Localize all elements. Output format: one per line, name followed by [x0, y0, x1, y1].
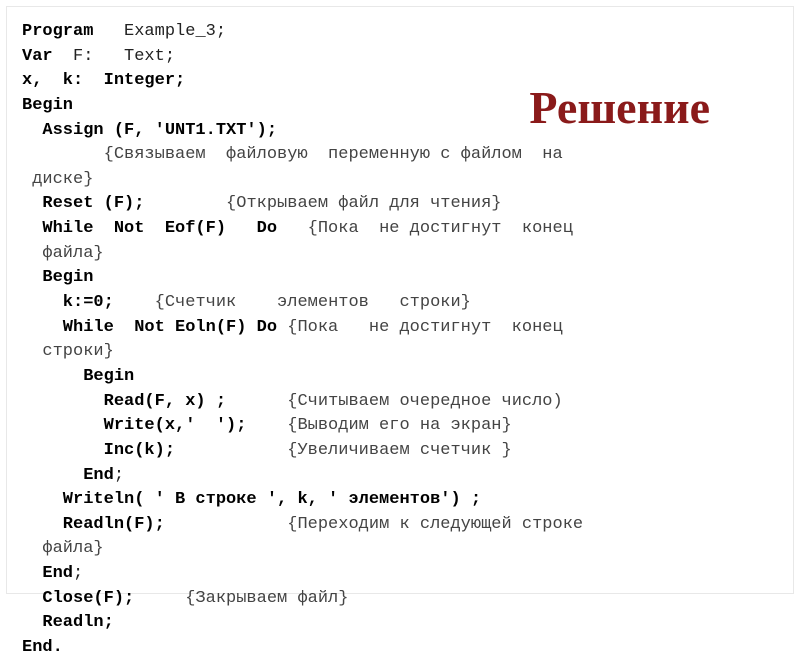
kw-program: Program [22, 22, 93, 41]
code-block: Program Example_3; Var F: Text; x, k: In… [22, 20, 778, 661]
code-text: F: Text; [53, 47, 175, 66]
comment: {Увеличиваем счетчик } [175, 441, 512, 460]
comment: {Открываем файл для чтения} [144, 194, 501, 213]
code-text: While Not Eof(F) Do [22, 219, 277, 238]
comment: строки} [22, 342, 114, 361]
code-text: Reset (F); [22, 194, 144, 213]
comment: {Пока не достигнут конец [277, 318, 563, 337]
comment: файла} [22, 244, 104, 263]
code-text: While Not Eoln(F) Do [22, 318, 277, 337]
code-text: Inc(k); [22, 441, 175, 460]
comment: диске} [22, 170, 93, 189]
comment: {Считываем очередное число) [226, 392, 563, 411]
comment: {Выводим его на экран} [246, 416, 511, 435]
code-text: Readln; [22, 613, 114, 632]
kw-var: Var [22, 47, 53, 66]
kw-end: End [22, 564, 73, 583]
comment: {Закрываем файл} [134, 589, 348, 608]
comment: файла} [22, 539, 104, 558]
code-text: ; [114, 466, 124, 485]
code-text: Readln(F); [22, 515, 165, 534]
code-text: x, k: Integer; [22, 71, 185, 90]
code-text: k:=0; [22, 293, 114, 312]
kw-end: End. [22, 638, 63, 657]
kw-begin: Begin [22, 96, 73, 115]
comment: {Счетчик элементов строки} [114, 293, 471, 312]
code-text: Writeln( ' В строке ', k, ' элементов') … [22, 490, 481, 509]
kw-begin: Begin [22, 268, 93, 287]
code-text: Write(x,' '); [22, 416, 246, 435]
comment: {Связываем файловую переменную с файлом … [22, 145, 563, 164]
code-text: Example_3; [93, 22, 226, 41]
kw-begin: Begin [22, 367, 134, 386]
comment: {Пока не достигнут конец [277, 219, 573, 238]
comment: {Переходим к следующей строке [165, 515, 583, 534]
kw-end: End [22, 466, 114, 485]
code-text: Read(F, x) ; [22, 392, 226, 411]
code-text: Assign (F, 'UNT1.TXT'); [22, 121, 277, 140]
code-text: Close(F); [22, 589, 134, 608]
code-text: ; [73, 564, 83, 583]
